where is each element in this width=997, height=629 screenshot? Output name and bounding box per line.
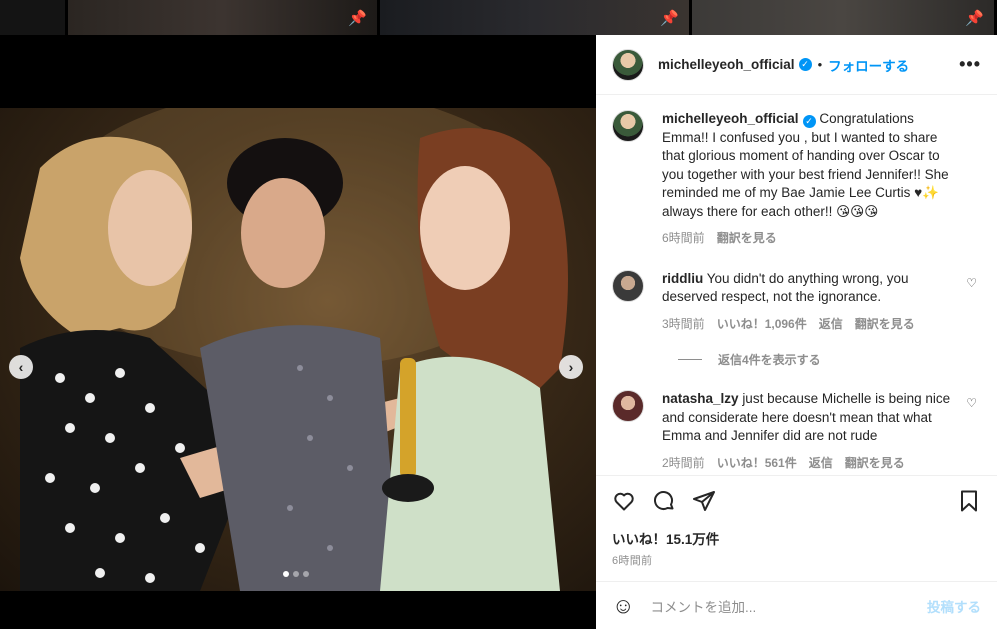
post-photo (0, 108, 596, 591)
pin-icon: 📌 (660, 10, 679, 27)
post-likes-count[interactable]: いいね！15.1万件 (612, 528, 981, 548)
carousel-dot (303, 571, 309, 577)
comment-time[interactable]: 3時間前 (662, 315, 705, 334)
comment-time[interactable]: 2時間前 (662, 454, 705, 473)
grid-thumbnail[interactable]: 📌 (68, 0, 380, 35)
previous-slide-button[interactable]: ‹ (9, 355, 33, 379)
commenter-avatar[interactable] (612, 390, 644, 422)
view-replies-button[interactable]: 返信4件を表示する (678, 351, 981, 368)
commenter-avatar[interactable] (612, 269, 644, 302)
post-actions: いいね！15.1万件 6時間前 (596, 475, 997, 568)
replies-line (678, 359, 702, 360)
pin-icon: 📌 (965, 10, 984, 27)
comment-likes[interactable]: いいね！1,096件 (717, 315, 807, 334)
author-avatar[interactable] (612, 48, 644, 81)
post-details-panel: michelleyeoh_official ✓ • フォローする ••• mic… (596, 35, 997, 629)
comment-likes[interactable]: いいね！561件 (717, 454, 797, 473)
author-username[interactable]: michelleyeoh_official (658, 57, 795, 72)
comment-username[interactable]: riddliu (662, 271, 703, 286)
author-avatar[interactable] (612, 110, 644, 142)
view-replies-label: 返信4件を表示する (718, 353, 821, 367)
comments-list[interactable]: michelleyeoh_official ✓ Congratulations E… (596, 96, 997, 474)
follow-button[interactable]: フォローする (828, 55, 909, 75)
separator: • (817, 57, 823, 72)
share-send-icon[interactable] (692, 489, 716, 513)
caption-time[interactable]: 6時間前 (662, 229, 705, 248)
verified-badge-icon: ✓ (802, 115, 816, 128)
emoji-picker-icon[interactable]: ☺ (612, 593, 634, 619)
carousel-dot (283, 571, 289, 577)
photo-illustration (20, 108, 568, 591)
next-slide-button[interactable]: › (559, 355, 583, 379)
comment-input[interactable]: コメントを追加... (650, 596, 756, 616)
post-comment-button[interactable]: 投稿する (927, 596, 981, 616)
comment-item: natasha_lzy just because Michelle is bei… (612, 390, 981, 472)
caption-username[interactable]: michelleyeoh_official (662, 111, 799, 126)
like-heart-icon[interactable] (612, 489, 636, 513)
comment-item: riddliu You didn't do anything wrong, yo… (612, 269, 981, 334)
like-comment-heart-icon[interactable]: ♡ (966, 396, 977, 410)
grid-thumbnail[interactable]: 📌 (692, 0, 997, 35)
comment-username[interactable]: natasha_lzy (662, 391, 739, 406)
verified-badge-icon: ✓ (798, 58, 812, 71)
translate-button[interactable]: 翻訳を見る (717, 229, 777, 248)
background-grid: 📌 📌 📌 (0, 0, 997, 35)
post-header: michelleyeoh_official ✓ • フォローする ••• (596, 35, 997, 95)
like-comment-heart-icon[interactable]: ♡ (966, 276, 977, 290)
carousel-indicator (283, 571, 309, 577)
more-options-icon[interactable]: ••• (959, 54, 981, 75)
pin-icon: 📌 (348, 10, 367, 27)
carousel-dot (293, 571, 299, 577)
bookmark-icon[interactable] (957, 489, 981, 513)
grid-thumbnail[interactable] (0, 0, 68, 35)
reply-button[interactable]: 返信 (819, 315, 843, 334)
reply-button[interactable]: 返信 (809, 454, 833, 473)
post-time[interactable]: 6時間前 (612, 552, 981, 568)
grid-thumbnail[interactable]: 📌 (380, 0, 692, 35)
post-media: ‹ › (0, 35, 596, 629)
caption: michelleyeoh_official ✓ Congratulations E… (612, 110, 981, 248)
comment-bubble-icon[interactable] (652, 489, 676, 513)
translate-button[interactable]: 翻訳を見る (845, 454, 905, 473)
translate-button[interactable]: 翻訳を見る (855, 315, 915, 334)
add-comment-bar: ☺ コメントを追加... 投稿する (596, 581, 997, 629)
